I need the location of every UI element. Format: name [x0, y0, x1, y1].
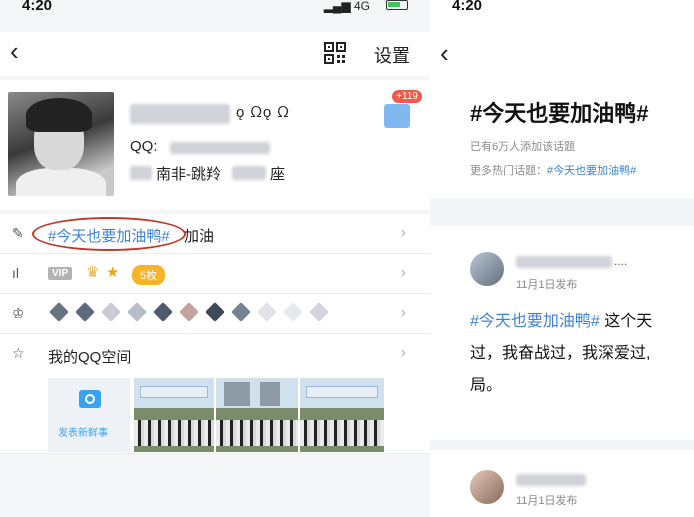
medals-row[interactable]: ♔ › [0, 294, 430, 334]
hot-topics-label: 更多热门话题： [470, 165, 547, 177]
post-text-line3: 局。 [470, 377, 503, 394]
camera-icon [79, 390, 101, 408]
status-bar: 4:20 ▂▄▆ 4G [0, 0, 430, 18]
section-divider [430, 198, 694, 226]
qq-label: QQ: [130, 138, 158, 155]
gift-icon[interactable] [384, 104, 410, 128]
hot-topic-link[interactable]: #今天也要加油鸭# [547, 165, 636, 177]
vip-badge: VIP [48, 267, 73, 280]
star-icon: ★ [106, 264, 120, 281]
location-text: 南非-跳羚 [156, 166, 221, 183]
status-time: 4:20 [22, 0, 53, 14]
username-ellipsis: .... [614, 254, 628, 268]
annotation-circle [32, 217, 186, 251]
zodiac-redacted [232, 166, 266, 180]
diamond-icon [283, 302, 303, 322]
medal-icon [75, 302, 95, 322]
profile-screen: 4:20 ▂▄▆ 4G ‹ 设置 ǫ ᘯǫ ᘯ QQ: 南非-跳羚 座 +119… [0, 0, 430, 517]
diamond-icon [309, 302, 329, 322]
diamond-icon [101, 302, 121, 322]
qzone-photo[interactable] [134, 378, 214, 452]
gift-badge: +119 [392, 90, 422, 103]
post-text-line1: 这个天 [599, 313, 653, 330]
avatar[interactable] [8, 92, 114, 196]
back-button[interactable]: ‹ [10, 36, 19, 66]
zodiac-tail: 座 [270, 166, 286, 183]
coins-badge: 5枚 [132, 265, 166, 285]
status-time: 4:20 [452, 0, 483, 14]
qr-code-icon[interactable] [324, 42, 346, 64]
pencil-icon: ✎ [12, 225, 24, 241]
topic-subscribers: 已有6万人添加该话题 [470, 141, 576, 153]
hot-topics: 更多热门话题：#今天也要加油鸭# [470, 162, 636, 178]
post-card[interactable]: .... 11月1日发布 #今天也要加油鸭# 这个天 过，我奋战过，我深爱过, … [442, 226, 694, 440]
crown-icon: ♛ [86, 264, 100, 281]
profile-rows: ✎ #今天也要加油鸭# 加油 › ıl VIP ♛ ★ 5枚 › ♔ › ☆ 我… [0, 214, 430, 454]
star-outline-icon: ☆ [12, 345, 25, 361]
avatar[interactable] [470, 252, 504, 286]
status-bar: 4:20 [430, 0, 694, 18]
back-button[interactable]: ‹ [440, 38, 449, 68]
chevron-right-icon: › [400, 224, 406, 241]
post-body: #今天也要加油鸭# 这个天 过，我奋战过，我深爱过, 局。 [470, 306, 694, 402]
chevron-right-icon: › [400, 344, 406, 361]
topic-screen: 4:20 ‹ #今天也要加油鸭# 已有6万人添加该话题 更多热门话题：#今天也要… [430, 0, 694, 517]
qzone-title: 我的QQ空间 [48, 349, 132, 366]
post-new-button[interactable]: 发表新鲜事 [48, 378, 130, 452]
vip-row[interactable]: ıl VIP ♛ ★ 5枚 › [0, 254, 430, 294]
post-tag[interactable]: #今天也要加油鸭# [470, 313, 600, 330]
post-card[interactable]: 11月1日发布 [442, 450, 694, 517]
signature-row[interactable]: ✎ #今天也要加油鸭# 加油 › [0, 214, 430, 254]
medal-icon [205, 302, 225, 322]
signature-tail: 加油 [184, 228, 215, 245]
qzone-photo[interactable] [216, 378, 298, 452]
signal-indicator: ▂▄▆ 4G [323, 0, 370, 13]
cloud-icon [257, 302, 277, 322]
post-text-line2: 过，我奋战过，我深爱过, [470, 345, 651, 362]
diamond-icon [127, 302, 147, 322]
post-date: 11月1日发布 [516, 279, 578, 291]
avatar[interactable] [470, 470, 504, 504]
settings-button[interactable]: 设置 [374, 42, 410, 68]
network-type: 4G [353, 0, 370, 13]
battery-icon [386, 0, 408, 10]
crown-outline-icon: ♔ [12, 305, 25, 321]
section-divider [430, 440, 694, 450]
chevron-right-icon: › [400, 304, 406, 321]
level-chart-icon: ıl [12, 265, 19, 281]
post-new-label: 发表新鲜事 [58, 428, 108, 439]
post-date: 11月1日发布 [516, 495, 578, 507]
medal-icon [49, 302, 69, 322]
medal-icon [153, 302, 173, 322]
username-redacted [516, 474, 586, 486]
nickname-symbols: ǫ ᘯǫ ᘯ [236, 104, 290, 121]
profile-card: ǫ ᘯǫ ᘯ QQ: 南非-跳羚 座 +119 [0, 80, 430, 210]
top-nav: ‹ 设置 [0, 32, 430, 76]
qzone-photo[interactable] [300, 378, 384, 452]
username-redacted [516, 256, 612, 268]
diamond-icon [179, 302, 199, 322]
qzone-row[interactable]: ☆ 我的QQ空间 › 发表新鲜事 [0, 334, 430, 454]
topic-title: #今天也要加油鸭# [470, 101, 649, 126]
location-redacted [130, 166, 152, 180]
nickname-redacted [130, 104, 230, 124]
qq-number-redacted [170, 142, 270, 154]
chevron-right-icon: › [400, 264, 406, 281]
medal-icon [231, 302, 251, 322]
